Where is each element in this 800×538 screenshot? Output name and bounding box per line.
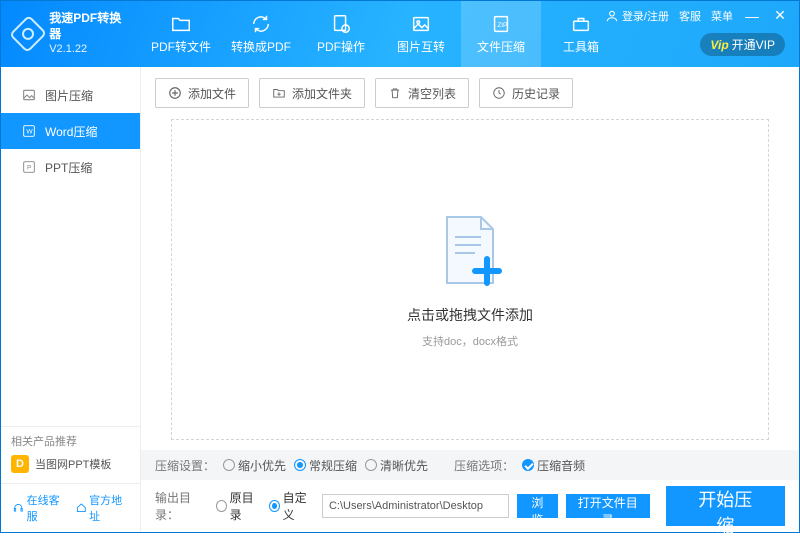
add-folder-button[interactable]: 添加文件夹 <box>259 78 365 108</box>
svg-text:P: P <box>27 165 32 172</box>
main-panel: 添加文件 添加文件夹 清空列表 历史记录 <box>141 67 799 532</box>
headset-icon <box>13 502 24 514</box>
drop-subtitle: 支持doc，docx格式 <box>422 333 518 349</box>
online-service-link[interactable]: 在线客服 <box>13 492 66 524</box>
output-label: 输出目录： <box>155 489 208 523</box>
history-button[interactable]: 历史记录 <box>479 78 573 108</box>
folder-icon <box>169 13 193 35</box>
nav-label: 转换成PDF <box>231 38 291 55</box>
template-icon: D <box>11 455 29 473</box>
nav-to-pdf[interactable]: 转换成PDF <box>221 1 301 67</box>
window-controls: 登录/注册 客服 菜单 ― ✕ <box>605 7 789 24</box>
sidebar-item-label: PPT压缩 <box>45 159 92 176</box>
nav-label: 工具箱 <box>563 38 599 55</box>
browse-button[interactable]: 浏览 <box>517 494 558 518</box>
start-compress-button[interactable]: 开始压缩 <box>666 486 786 526</box>
drop-area[interactable]: 点击或拖拽文件添加 支持doc，docx格式 <box>171 119 769 440</box>
close-button[interactable]: ✕ <box>771 7 789 24</box>
vip-badge[interactable]: Vip开通VIP <box>700 33 785 56</box>
check-compress-audio[interactable]: 压缩音频 <box>522 457 585 474</box>
nav-label: PDF转文件 <box>151 38 211 55</box>
body: 图片压缩 W Word压缩 P PPT压缩 相关产品推荐 D 当图网PPT模板 <box>1 67 799 532</box>
sidebar-item-image-compress[interactable]: 图片压缩 <box>1 77 140 113</box>
settings-label: 压缩设置： <box>155 457 215 474</box>
header: 我速PDF转换器 V2.1.22 PDF转文件 转换成PDF PDF操作 图片互… <box>1 1 799 67</box>
sidebar-item-ppt-compress[interactable]: P PPT压缩 <box>1 149 140 185</box>
folder-plus-icon <box>272 86 286 100</box>
nav-image-convert[interactable]: 图片互转 <box>381 1 461 67</box>
clock-icon <box>492 86 506 100</box>
file-add-icon <box>435 211 505 291</box>
word-icon: W <box>21 123 37 139</box>
toolbox-icon <box>569 13 593 35</box>
svg-text:ZIP: ZIP <box>497 22 507 29</box>
image-icon <box>21 87 37 103</box>
output-path-input[interactable] <box>322 494 509 518</box>
sidebar: 图片压缩 W Word压缩 P PPT压缩 相关产品推荐 D 当图网PPT模板 <box>1 67 141 532</box>
nav-label: 图片互转 <box>397 38 445 55</box>
menu-link[interactable]: 菜单 <box>711 8 733 24</box>
logo-text: 我速PDF转换器 V2.1.22 <box>49 11 127 56</box>
compress-settings: 压缩设置： 缩小优先 常规压缩 清晰优先 压缩选项： 压缩音频 <box>141 450 799 480</box>
vip-icon: Vip <box>710 38 728 52</box>
radio-normal[interactable]: 常规压缩 <box>294 457 357 474</box>
nav-pdf-ops[interactable]: PDF操作 <box>301 1 381 67</box>
app-window: 我速PDF转换器 V2.1.22 PDF转文件 转换成PDF PDF操作 图片互… <box>0 0 800 533</box>
drop-title: 点击或拖拽文件添加 <box>407 305 533 325</box>
sidebar-item-label: Word压缩 <box>45 123 97 140</box>
app-logo-icon <box>9 15 47 53</box>
radio-custom-dir[interactable]: 自定义 <box>269 489 314 523</box>
ppt-icon: P <box>21 159 37 175</box>
add-file-button[interactable]: 添加文件 <box>155 78 249 108</box>
app-version: V2.1.22 <box>49 42 127 56</box>
home-icon <box>76 502 87 514</box>
sidebar-menu: 图片压缩 W Word压缩 P PPT压缩 <box>1 67 140 426</box>
refresh-icon <box>249 13 273 35</box>
open-folder-button[interactable]: 打开文件目录 <box>566 494 650 518</box>
svg-text:W: W <box>26 129 33 136</box>
trash-icon <box>388 86 402 100</box>
radio-original-dir[interactable]: 原目录 <box>216 489 261 523</box>
nav-label: PDF操作 <box>317 38 365 55</box>
sidebar-item-label: 图片压缩 <box>45 87 93 104</box>
image-icon <box>409 13 433 35</box>
related-title: 相关产品推荐 <box>11 433 130 449</box>
user-icon <box>605 9 619 23</box>
login-link[interactable]: 登录/注册 <box>605 8 669 24</box>
official-site-link[interactable]: 官方地址 <box>76 492 129 524</box>
output-row: 输出目录： 原目录 自定义 浏览 打开文件目录 开始压缩 <box>141 480 799 532</box>
plus-icon <box>168 86 182 100</box>
zip-icon: ZIP <box>489 13 513 35</box>
sidebar-item-word-compress[interactable]: W Word压缩 <box>1 113 140 149</box>
service-link[interactable]: 客服 <box>679 8 701 24</box>
toolbar: 添加文件 添加文件夹 清空列表 历史记录 <box>141 67 799 119</box>
options-label: 压缩选项： <box>454 457 514 474</box>
sidebar-footer: 在线客服 官方地址 <box>1 483 140 532</box>
nav-file-compress[interactable]: ZIP 文件压缩 <box>461 1 541 67</box>
nav-pdf-to-file[interactable]: PDF转文件 <box>141 1 221 67</box>
radio-clarity-first[interactable]: 清晰优先 <box>365 457 428 474</box>
related-products: 相关产品推荐 D 当图网PPT模板 <box>1 426 140 483</box>
document-gear-icon <box>329 13 353 35</box>
radio-shrink-first[interactable]: 缩小优先 <box>223 457 286 474</box>
logo-block: 我速PDF转换器 V2.1.22 <box>1 1 141 67</box>
minimize-button[interactable]: ― <box>743 8 761 24</box>
nav-label: 文件压缩 <box>477 38 525 55</box>
app-title: 我速PDF转换器 <box>49 11 127 42</box>
related-item-ppt-template[interactable]: D 当图网PPT模板 <box>11 455 130 473</box>
clear-list-button[interactable]: 清空列表 <box>375 78 469 108</box>
